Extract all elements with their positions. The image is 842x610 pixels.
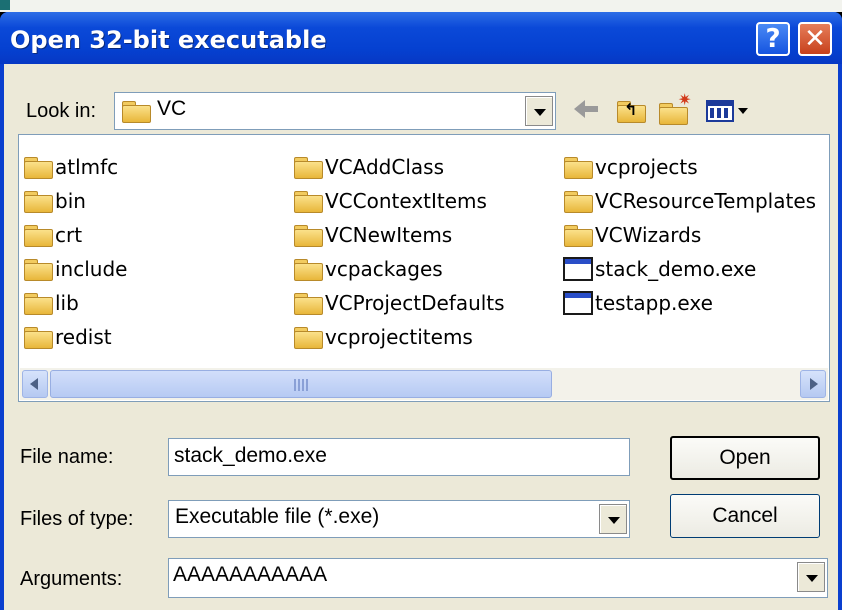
list-item[interactable]: VCResourceTemplates <box>563 187 816 215</box>
folder-icon <box>563 156 593 179</box>
dialog-client-area: Look in: VC ↰ ✷ atlmfc bin crt include l… <box>4 64 838 610</box>
create-new-folder-icon[interactable]: ✷ <box>658 92 692 125</box>
arguments-input[interactable]: AAAAAAAAAAA <box>168 558 828 598</box>
folder-icon <box>23 156 53 179</box>
taskbar-strip <box>0 0 842 12</box>
folder-icon <box>293 190 323 213</box>
file-type-value: Executable file (*.exe) <box>175 505 380 528</box>
list-item[interactable]: redist <box>23 323 112 351</box>
back-arrow-icon[interactable] <box>572 94 602 124</box>
cancel-button[interactable]: Cancel <box>670 494 820 538</box>
file-type-label: Files of type: <box>20 508 134 530</box>
folder-icon <box>293 326 323 349</box>
folder-icon <box>563 224 593 247</box>
list-item[interactable]: bin <box>23 187 86 215</box>
close-button[interactable]: ✕ <box>798 22 832 56</box>
folder-icon <box>293 224 323 247</box>
file-name-value: stack_demo.exe <box>174 444 327 467</box>
chevron-down-icon[interactable] <box>525 96 553 126</box>
folder-icon <box>23 190 53 213</box>
open-dialog: Open 32-bit executable ? ✕ Look in: VC ↰… <box>0 12 842 610</box>
horizontal-scrollbar[interactable] <box>20 368 828 400</box>
list-item[interactable]: crt <box>23 221 82 249</box>
arguments-label: Arguments: <box>20 568 123 590</box>
look-in-label: Look in: <box>26 100 97 122</box>
list-item[interactable]: vcprojectitems <box>293 323 473 351</box>
chevron-down-icon[interactable] <box>599 504 627 534</box>
scrollbar-thumb[interactable] <box>50 370 552 398</box>
title-bar[interactable]: Open 32-bit executable ? ✕ <box>0 12 842 64</box>
executable-icon <box>563 290 593 315</box>
list-item[interactable]: atlmfc <box>23 153 118 181</box>
app-icon <box>0 0 10 10</box>
list-item[interactable]: testapp.exe <box>563 289 713 317</box>
look-in-value: VC <box>157 97 187 120</box>
list-item[interactable]: stack_demo.exe <box>563 255 756 283</box>
folder-icon <box>121 100 151 123</box>
scroll-right-icon[interactable] <box>800 370 826 398</box>
executable-icon <box>563 256 593 281</box>
list-item[interactable]: VCProjectDefaults <box>293 289 505 317</box>
list-item[interactable]: lib <box>23 289 79 317</box>
file-type-dropdown[interactable]: Executable file (*.exe) <box>168 500 630 538</box>
list-item[interactable]: vcpackages <box>293 255 443 283</box>
arguments-value: AAAAAAAAAAA <box>173 563 328 586</box>
view-menu-icon[interactable] <box>706 94 752 124</box>
folder-icon <box>293 258 323 281</box>
list-item[interactable]: VCWizards <box>563 221 701 249</box>
list-item[interactable]: VCNewItems <box>293 221 452 249</box>
list-item[interactable]: VCAddClass <box>293 153 444 181</box>
folder-icon <box>293 156 323 179</box>
help-button[interactable]: ? <box>756 22 790 56</box>
chevron-down-icon[interactable] <box>797 562 825 592</box>
folder-icon <box>23 258 53 281</box>
scroll-left-icon[interactable] <box>22 370 48 398</box>
list-item[interactable]: vcprojects <box>563 153 698 181</box>
look-in-dropdown[interactable]: VC <box>114 92 556 130</box>
list-item[interactable]: include <box>23 255 127 283</box>
folder-icon <box>293 292 323 315</box>
folder-icon <box>23 326 53 349</box>
open-button[interactable]: Open <box>670 436 820 480</box>
list-item[interactable]: VCContextItems <box>293 187 487 215</box>
file-list[interactable]: atlmfc bin crt include lib redist VCAddC… <box>18 134 830 402</box>
file-name-input[interactable]: stack_demo.exe <box>168 438 630 476</box>
up-one-level-icon[interactable]: ↰ <box>614 94 648 124</box>
file-name-label: File name: <box>20 446 114 468</box>
folder-icon <box>23 224 53 247</box>
window-title: Open 32-bit executable <box>10 26 327 54</box>
folder-icon <box>563 190 593 213</box>
folder-icon <box>23 292 53 315</box>
